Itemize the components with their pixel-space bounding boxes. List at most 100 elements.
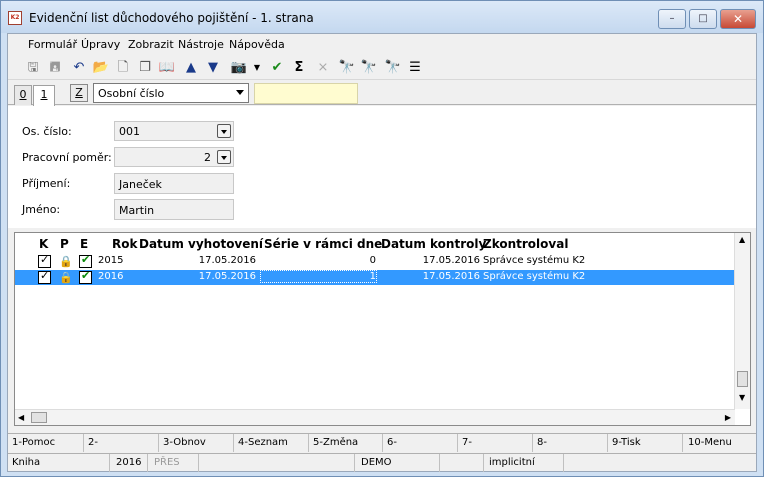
menu-nastroje[interactable]: Nástroje — [178, 38, 224, 51]
os-cislo-field[interactable]: 001 — [114, 121, 234, 141]
binoculars-next-icon[interactable]: 🔭 — [360, 59, 378, 77]
divider — [147, 454, 148, 472]
lock-icon: 🔒 — [59, 271, 73, 284]
f8-key[interactable]: 8- — [537, 437, 547, 448]
undo-icon[interactable]: ↶ — [70, 59, 88, 77]
chevron-down-icon — [236, 90, 244, 95]
status-bar: Kniha 2016 PŘES DEMO implicitní — [8, 453, 756, 472]
minimize-button[interactable]: – — [658, 9, 686, 29]
divider — [483, 454, 484, 472]
pomer-label: Pracovní poměr: — [22, 151, 112, 164]
col-header-zkontroloval[interactable]: Zkontroloval — [483, 237, 568, 251]
check-icon: ✔ — [81, 269, 91, 282]
maximize-button[interactable]: □ — [689, 9, 717, 29]
pomer-value: 2 — [204, 151, 211, 164]
zkontroloval-cell: Správce systému K2 — [483, 271, 586, 282]
filter-check-icon[interactable]: ✔ — [268, 59, 286, 77]
table-row[interactable]: ✓ 🔒 ✔ 2015 17.05.2016 0 17.05.2016 Správ… — [15, 253, 735, 269]
col-header-p[interactable]: P — [60, 237, 69, 251]
e-checkbox[interactable]: ✔ — [79, 269, 92, 284]
prijmeni-label: Příjmení: — [22, 177, 71, 190]
f9-key[interactable]: 9-Tisk — [612, 437, 641, 448]
vertical-scrollbar[interactable]: ▲ ▼ — [734, 233, 750, 409]
binoculars-prev-icon[interactable]: 🔭 — [384, 59, 402, 77]
scroll-right-icon[interactable]: ▶ — [725, 413, 731, 422]
key-select-value: Osobní číslo — [98, 87, 165, 100]
tab-0[interactable]: 0 — [14, 85, 32, 105]
menu-napoveda[interactable]: Nápověda — [229, 38, 285, 51]
dropdown-arrow-icon[interactable]: ▼ — [248, 59, 266, 77]
f5-key[interactable]: 5-Změna — [313, 437, 358, 448]
horizontal-scrollbar[interactable]: ◀ ▶ — [15, 409, 735, 425]
book-icon[interactable]: 📖 — [158, 59, 176, 77]
scroll-up-icon[interactable]: ▲ — [739, 235, 745, 244]
save-as-icon[interactable]: 🖪 — [46, 59, 64, 77]
check-icon: ✓ — [40, 269, 50, 282]
f2-key[interactable]: 2- — [88, 437, 98, 448]
tab-1-label: 1 — [40, 88, 48, 101]
sum-icon[interactable]: Σ — [290, 59, 308, 77]
os-cislo-value: 001 — [119, 125, 140, 138]
k-checkbox[interactable]: ✓ — [38, 253, 51, 268]
vertical-scroll-thumb[interactable] — [737, 371, 748, 387]
status-db: DEMO — [361, 457, 392, 468]
scroll-down-icon[interactable]: ▼ — [739, 393, 745, 402]
col-header-rok[interactable]: Rok — [112, 237, 137, 251]
divider — [682, 434, 683, 452]
divider — [83, 434, 84, 452]
serie-cell[interactable]: 1 — [260, 270, 377, 283]
e-checkbox[interactable]: ✔ — [79, 253, 92, 268]
new-document-icon[interactable]: 🗋 — [114, 59, 132, 77]
tab-1[interactable]: 1 — [33, 85, 55, 106]
arrow-up-icon[interactable]: ▲ — [182, 59, 200, 77]
col-header-kontrola[interactable]: Datum kontroly — [381, 237, 486, 251]
col-header-vyhotoveni[interactable]: Datum vyhotovení — [139, 237, 263, 251]
f10-key[interactable]: 10-Menu — [688, 437, 732, 448]
scroll-left-icon[interactable]: ◀ — [18, 413, 24, 422]
pomer-field[interactable]: 2 — [114, 147, 234, 167]
lock-icon: 🔒 — [59, 255, 73, 268]
col-header-serie[interactable]: Série v rámci dne — [264, 237, 382, 251]
menu-lines-icon[interactable]: ☰ — [406, 59, 424, 77]
f6-key[interactable]: 6- — [387, 437, 397, 448]
client-area: Formulář Úpravy Zobrazit Nástroje Nápově… — [7, 33, 757, 472]
k-checkbox[interactable]: ✓ — [38, 269, 51, 284]
key-select[interactable]: Osobní číslo — [93, 83, 249, 103]
close-button[interactable]: ✕ — [720, 9, 756, 29]
menu-upravy[interactable]: Úpravy — [81, 38, 120, 51]
vyhotoveni-cell: 17.05.2016 — [198, 271, 256, 282]
col-header-e[interactable]: E — [80, 237, 88, 251]
divider — [233, 434, 234, 452]
col-header-k[interactable]: K — [39, 237, 48, 251]
f3-key[interactable]: 3-Obnov — [163, 437, 206, 448]
filter-clear-icon[interactable]: ⨯ — [314, 59, 332, 77]
f4-key[interactable]: 4-Seznam — [238, 437, 288, 448]
serie-cell: 0 — [369, 255, 376, 266]
tab-0-label: 0 — [19, 88, 27, 101]
toolbar: 🖫 🖪 ↶ 📂 🗋 ❐ 📖 ▲ ▼ 📷 ▼ ✔ Σ ⨯ 🔭 🔭 🔭 ☰ — [8, 56, 756, 80]
title-bar[interactable]: K2 Evidenční list důchodového pojištění … — [1, 1, 763, 33]
camera-icon[interactable]: 📷 — [230, 59, 248, 77]
save-icon[interactable]: 🖫 — [24, 59, 42, 77]
os-cislo-dropdown-icon[interactable] — [217, 124, 231, 138]
tab-row: 0 1 Z Osobní číslo — [8, 81, 756, 106]
menu-zobrazit[interactable]: Zobrazit — [128, 38, 174, 51]
horizontal-scroll-thumb[interactable] — [31, 412, 47, 423]
binoculars-icon[interactable]: 🔭 — [338, 59, 356, 77]
copy-icon[interactable]: ❐ — [136, 59, 154, 77]
kontrola-cell: 17.05.2016 — [422, 255, 480, 266]
f7-key[interactable]: 7- — [462, 437, 472, 448]
vyhotoveni-cell: 17.05.2016 — [198, 255, 256, 266]
f1-key[interactable]: 1-Pomoc — [12, 437, 55, 448]
z-button[interactable]: Z — [70, 84, 88, 102]
check-icon: ✔ — [81, 253, 91, 266]
pomer-dropdown-icon[interactable] — [217, 150, 231, 164]
prijmeni-field: Janeček — [114, 173, 234, 194]
search-input[interactable] — [254, 83, 358, 104]
os-cislo-label: Os. číslo: — [22, 125, 72, 138]
arrow-down-icon[interactable]: ▼ — [204, 59, 222, 77]
table-row[interactable]: ✓ 🔒 ✔ 2016 17.05.2016 1 17.05.2016 Správ… — [15, 269, 735, 285]
records-grid[interactable]: K P E Rok Datum vyhotovení Série v rámci… — [14, 232, 751, 426]
menu-formular[interactable]: Formulář — [28, 38, 77, 51]
open-folder-icon[interactable]: 📂 — [92, 59, 110, 77]
